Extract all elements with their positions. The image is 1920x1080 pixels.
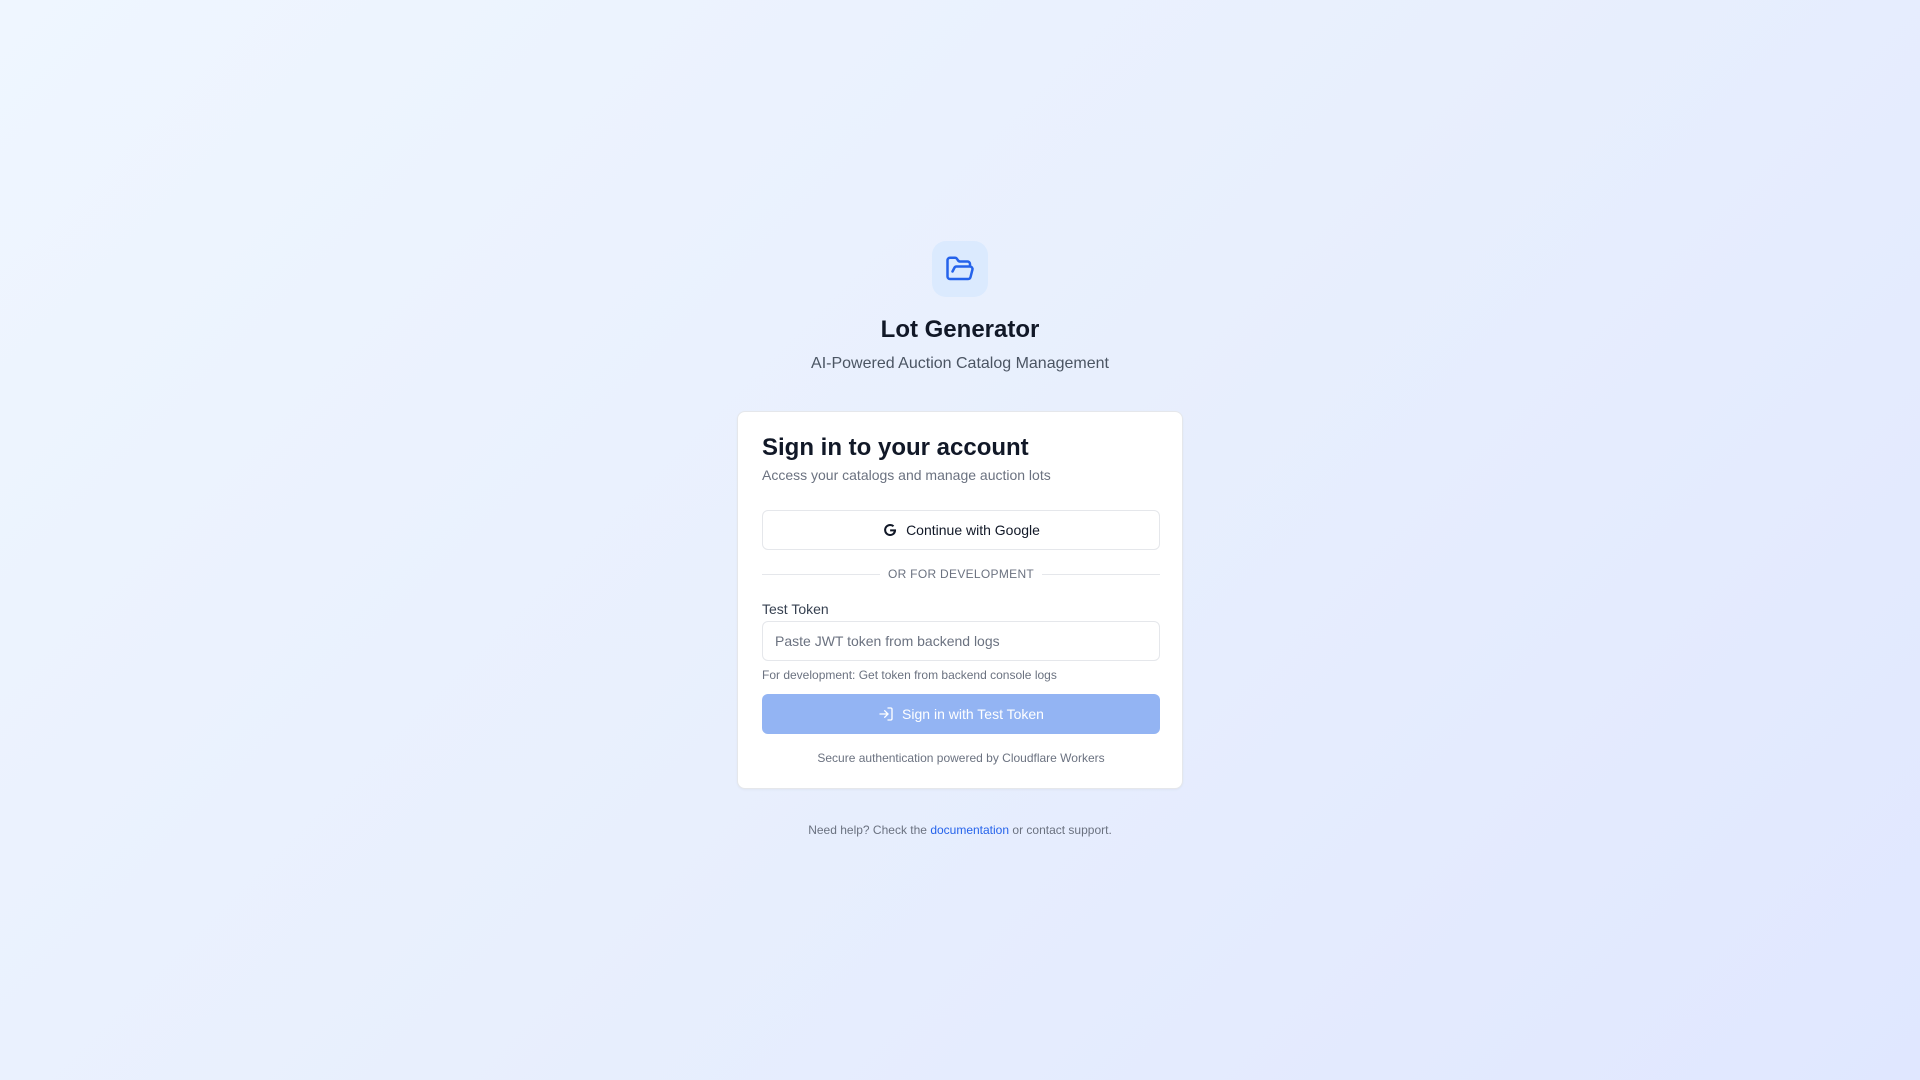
divider: OR FOR DEVELOPMENT [762,566,1160,582]
test-token-label: Test Token [762,601,829,617]
login-page: Lot Generator AI-Powered Auction Catalog… [0,0,1920,1080]
divider-line-left [762,573,880,575]
google-button-label: Continue with Google [906,522,1040,538]
divider-text: OR FOR DEVELOPMENT [887,567,1035,581]
documentation-link[interactable]: documentation [930,823,1009,837]
test-token-help: For development: Get token from backend … [762,668,1057,682]
help-text: Need help? Check the documentation or co… [0,822,1920,838]
google-icon [882,522,898,538]
app-title: Lot Generator [880,316,1040,343]
app-subtitle: AI-Powered Auction Catalog Management [811,355,1109,372]
folder-open-icon [945,254,975,284]
divider-line-right [1042,573,1160,575]
sign-in-with-test-token-button[interactable]: Sign in with Test Token [762,694,1160,734]
app-header: Lot Generator AI-Powered Auction Catalog… [0,241,1920,374]
help-prefix: Need help? Check the [808,823,927,837]
submit-button-label: Sign in with Test Token [902,706,1044,722]
app-logo [932,241,988,297]
help-suffix: or contact support. [1012,823,1112,837]
card-footer: Secure authentication powered by Cloudfl… [817,751,1105,765]
sign-in-icon [878,706,894,722]
card-description: Access your catalogs and manage auction … [762,467,1051,483]
sign-in-card: Sign in to your account Access your cata… [737,411,1183,789]
card-title: Sign in to your account [762,434,1029,461]
test-token-input[interactable] [762,621,1160,661]
continue-with-google-button[interactable]: Continue with Google [762,510,1160,550]
